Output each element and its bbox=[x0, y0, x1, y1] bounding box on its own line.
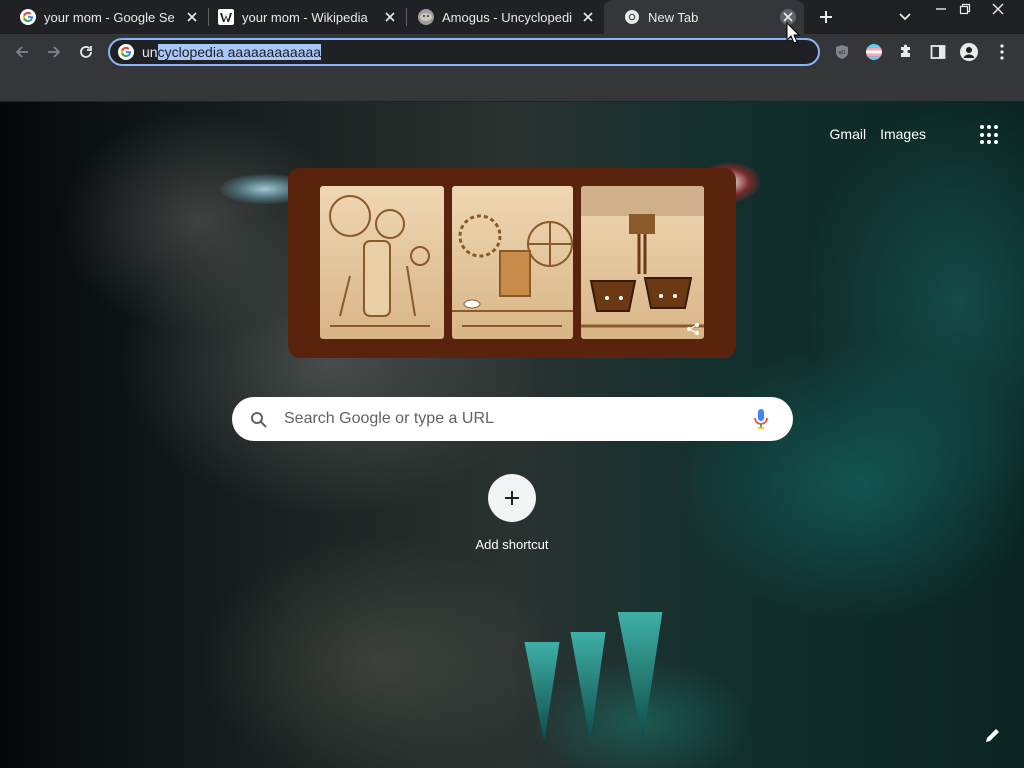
close-icon bbox=[992, 3, 1004, 15]
tab-uncyclopedia[interactable]: Amogus - Uncyclopedia bbox=[398, 0, 604, 34]
account-icon[interactable] bbox=[960, 43, 978, 61]
tab-title: New Tab bbox=[648, 9, 699, 25]
minimize-button[interactable] bbox=[928, 0, 954, 18]
arrow-right-icon bbox=[48, 46, 61, 58]
google-g-icon bbox=[118, 44, 134, 60]
header-links: Gmail Images bbox=[830, 126, 926, 142]
doodle-panel-gears bbox=[452, 186, 573, 339]
tab-strip: your mom - Google Search your mom - Wiki… bbox=[0, 0, 1024, 34]
tab-title: your mom - Wikipedia bbox=[242, 9, 368, 25]
search-icon bbox=[251, 412, 267, 428]
bookmarks-bar bbox=[0, 70, 1024, 102]
close-tab-icon[interactable] bbox=[580, 9, 596, 25]
shortcut-label: Add shortcut bbox=[475, 537, 549, 552]
restore-button[interactable] bbox=[952, 0, 978, 18]
google-g-icon bbox=[20, 9, 36, 25]
reload-icon bbox=[80, 46, 92, 58]
google-apps-icon[interactable] bbox=[980, 125, 1000, 145]
close-window-button[interactable] bbox=[984, 0, 1012, 18]
tab-google-search[interactable]: your mom - Google Search bbox=[0, 0, 208, 34]
autocomplete-selected-text: cyclopedia aaaaaaaaaaaa bbox=[157, 44, 322, 60]
background-image-detail bbox=[617, 612, 663, 742]
chevron-down-icon bbox=[899, 13, 911, 21]
pencil-icon[interactable] bbox=[984, 726, 1002, 744]
chrome-icon bbox=[624, 9, 640, 25]
extensions-puzzle-icon[interactable] bbox=[897, 43, 915, 61]
toolbar: uncyclopedia aaaaaaaaaaaa uO bbox=[0, 34, 1024, 70]
google-doodle[interactable] bbox=[288, 168, 736, 358]
share-icon[interactable] bbox=[686, 322, 700, 336]
ntp-search-box[interactable]: Search Google or type a URL bbox=[232, 397, 793, 441]
add-shortcut-button[interactable]: Add shortcut bbox=[470, 474, 554, 564]
doodle-panel-coffee bbox=[581, 186, 704, 339]
doodle-panel-machine bbox=[320, 186, 444, 339]
ublock-origin-icon[interactable]: uO bbox=[833, 43, 851, 61]
gmail-link[interactable]: Gmail bbox=[830, 126, 867, 142]
new-tab-button[interactable] bbox=[816, 7, 836, 27]
address-bar-text: uncyclopedia aaaaaaaaaaaa bbox=[142, 44, 322, 60]
tab-title: Amogus - Uncyclopedia bbox=[442, 9, 572, 25]
restore-icon bbox=[959, 3, 971, 15]
typed-text: un bbox=[142, 44, 158, 60]
side-panel-icon[interactable] bbox=[929, 43, 947, 61]
plus-icon bbox=[488, 474, 536, 522]
tab-title: your mom - Google Search bbox=[44, 9, 174, 25]
minimize-icon bbox=[936, 8, 946, 10]
profile-flag-icon[interactable] bbox=[865, 43, 883, 61]
wikipedia-w-icon bbox=[218, 9, 234, 25]
svg-text:uO: uO bbox=[839, 50, 846, 56]
new-tab-page: Gmail Images Search Google or type a URL… bbox=[0, 102, 1024, 768]
back-button[interactable] bbox=[10, 40, 34, 64]
arrow-left-icon bbox=[15, 46, 28, 58]
search-placeholder: Search Google or type a URL bbox=[284, 410, 494, 427]
images-link[interactable]: Images bbox=[880, 126, 926, 142]
address-bar[interactable]: uncyclopedia aaaaaaaaaaaa bbox=[108, 38, 820, 66]
mouse-cursor-icon bbox=[786, 22, 800, 44]
microphone-icon[interactable] bbox=[754, 409, 768, 429]
menu-kebab-icon[interactable] bbox=[993, 43, 1011, 61]
reload-button[interactable] bbox=[74, 40, 98, 64]
tab-new-tab[interactable]: New Tab bbox=[604, 0, 804, 34]
plus-icon bbox=[820, 11, 832, 23]
background-image-detail bbox=[570, 632, 606, 742]
close-tab-icon[interactable] bbox=[382, 9, 398, 25]
background-image-detail bbox=[524, 642, 560, 742]
forward-button[interactable] bbox=[42, 40, 66, 64]
uncyclopedia-potato-icon bbox=[418, 9, 434, 25]
tab-search-button[interactable] bbox=[896, 9, 914, 25]
tab-wikipedia[interactable]: your mom - Wikipedia bbox=[198, 0, 406, 34]
